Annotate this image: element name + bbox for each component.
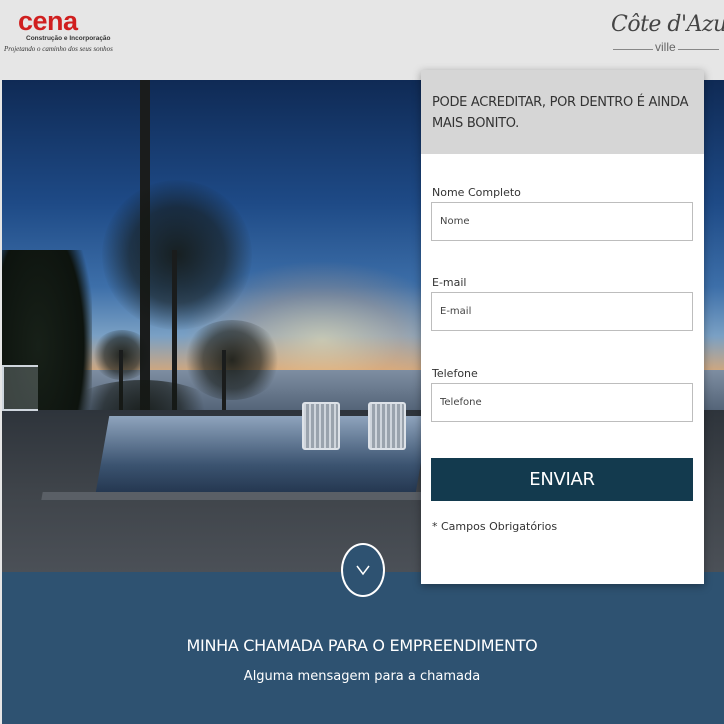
palm-trunk-2: [222, 350, 226, 410]
scroll-down-button[interactable]: [341, 543, 385, 597]
glass-railing: [2, 365, 38, 411]
phone-label: Telefone: [432, 367, 478, 380]
cote-dazur-sub: ville: [653, 40, 678, 54]
cote-dazur-wordmark: Côte d'Azur: [611, 12, 724, 37]
phone-input[interactable]: [431, 383, 693, 422]
header: cena Construção e Incorporação Projetand…: [0, 0, 724, 80]
lounge-chair: [302, 402, 340, 450]
pool-edge: [41, 492, 423, 500]
submit-button[interactable]: ENVIAR: [431, 458, 693, 501]
lounge-chair: [368, 402, 406, 450]
form-heading: PODE ACREDITAR, POR DENTRO É AINDA MAIS …: [432, 95, 689, 131]
tree-canopy: [102, 180, 252, 330]
name-label: Nome Completo: [432, 186, 521, 199]
cena-logo-tagline: Construção e Incorporação: [26, 35, 111, 42]
cote-dazur-logo[interactable]: Côte d'Azur ville: [605, 8, 724, 58]
cta-subtitle: Alguma mensagem para a chamada: [243, 669, 481, 684]
email-label: E-mail: [432, 276, 467, 289]
palm-canopy: [182, 320, 282, 400]
cta-title: MINHA CHAMADA PARA O EMPREENDIMENTO: [186, 636, 538, 655]
lead-form-card: PODE ACREDITAR, POR DENTRO É AINDA MAIS …: [421, 70, 704, 584]
chevron-down-icon: [356, 565, 370, 576]
cena-logo-slogan: Projetando o caminho dos seus sonhos: [4, 45, 113, 53]
name-input[interactable]: [431, 202, 693, 241]
cena-logo-wordmark: cena: [18, 6, 78, 36]
cena-logo[interactable]: cena Construção e Incorporação Projetand…: [4, 8, 114, 58]
form-header: PODE ACREDITAR, POR DENTRO É AINDA MAIS …: [421, 70, 704, 154]
required-fields-note: * Campos Obrigatórios: [432, 520, 558, 533]
email-input[interactable]: [431, 292, 693, 331]
